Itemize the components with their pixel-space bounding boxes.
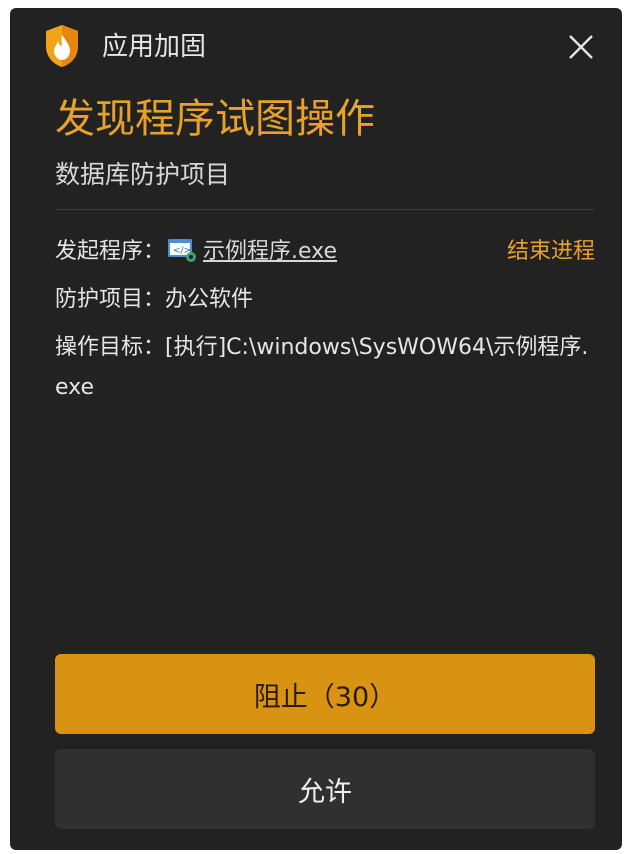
initiator-label: 发起程序：	[55, 239, 166, 264]
protected-label: 防护项目：	[55, 287, 166, 312]
protected-value: 办公软件	[165, 287, 254, 312]
allow-button[interactable]: 允许	[55, 749, 595, 829]
alert-headline: 发现程序试图操作	[55, 96, 375, 142]
program-icon: </>	[168, 239, 197, 262]
divider	[55, 209, 595, 210]
app-name: 应用加固	[102, 32, 207, 62]
initiator-program-link[interactable]: 示例程序.exe	[203, 239, 337, 264]
block-button[interactable]: 阻止（30）	[55, 654, 595, 734]
alert-subhead: 数据库防护项目	[55, 160, 231, 189]
security-alert-window: 应用加固 发现程序试图操作 数据库防护项目 发起程序： </> 示例程序.exe…	[10, 8, 622, 850]
shield-flame-icon	[46, 25, 78, 67]
protected-item-row: 防护项目：办公软件	[55, 280, 595, 320]
end-process-link[interactable]: 结束进程	[507, 232, 595, 272]
close-icon[interactable]	[566, 32, 596, 62]
target-label: 操作目标：	[55, 335, 166, 360]
initiator-row: 发起程序： </> 示例程序.exe 结束进程	[55, 232, 595, 272]
target-row: 操作目标：[执行]C:\windows\SysWOW64\示例程序.exe	[55, 328, 595, 408]
title-bar: 应用加固	[10, 8, 622, 86]
